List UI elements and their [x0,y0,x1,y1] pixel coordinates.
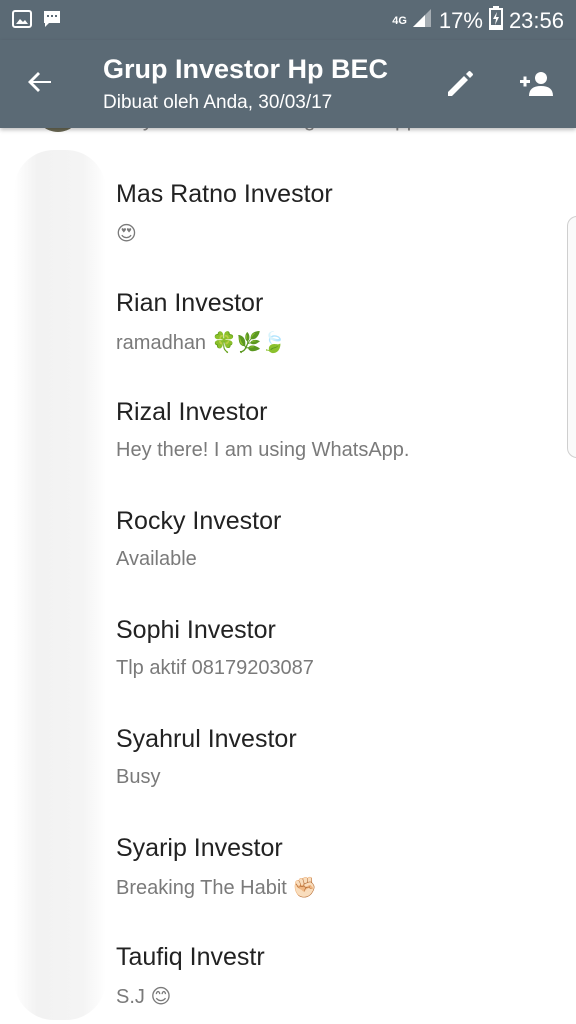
participant-list: Mas Ratno Investor 😍 Rian Investor ramad… [0,142,576,1014]
participant-name: Rian Investor [116,289,264,317]
person-add-icon [520,72,553,96]
participant-name: Syarip Investor [116,834,283,862]
participant-name: Mas Ratno Investor [116,180,333,208]
participant-status: ramadhan 🍀🌿🍃 [116,332,287,354]
participant-status: S.J 😊 [116,986,172,1008]
participant-status: Busy [116,766,161,788]
battery-charging-icon [488,6,503,36]
notification-icons [12,9,62,29]
gallery-notification-icon [12,9,32,29]
back-button[interactable] [20,62,60,102]
group-info-screen: 4G 17% 23:56 Grup Investor Hp BEC Dibuat… [0,0,576,1024]
participant-status: Available [116,548,197,570]
participant-row[interactable]: Mas Ratno Investor 😍 [0,142,576,251]
participant-row[interactable]: Rian Investor ramadhan 🍀🌿🍃 [0,251,576,360]
participant-row[interactable]: Syahrul Investor Busy [0,687,576,796]
status-bar: 4G 17% 23:56 [0,0,576,40]
participant-row[interactable]: Rocky Investor Available [0,469,576,578]
participant-row[interactable]: Taufiq Investr S.J 😊 [0,905,576,1014]
group-title[interactable]: Grup Investor Hp BEC [103,54,388,85]
participant-status: Hey there! I am using WhatsApp. [116,439,410,461]
participant-status: 😍 [116,223,137,245]
battery-percent: 17% [438,8,483,33]
participant-name: Sophi Investor [116,616,276,644]
participant-name: Rocky Investor [116,507,282,535]
participant-row[interactable]: Sophi Investor Tlp aktif 08179203087 [0,578,576,687]
participant-status: Tlp aktif 08179203087 [116,657,314,679]
edge-scroll-indicator [567,216,576,458]
participant-row[interactable]: Rizal Investor Hey there! I am using Wha… [0,360,576,469]
system-status: 4G 17% 23:56 [392,6,564,36]
network-type: 4G [392,14,407,27]
participant-status: Breaking The Habit ✊🏻 [116,877,318,899]
app-bar: Grup Investor Hp BEC Dibuat oleh Anda, 3… [0,40,576,128]
arrow-back-icon [28,72,51,92]
signal-icon [411,7,433,35]
clock: 23:56 [508,8,564,33]
add-participant-button[interactable] [512,64,560,104]
participant-name: Syahrul Investor [116,725,297,753]
edit-group-button[interactable] [440,64,480,104]
participant-name: Taufiq Investr [116,943,265,971]
group-subtitle: Dibuat oleh Anda, 30/03/17 [103,92,333,113]
participant-row[interactable]: Syarip Investor Breaking The Habit ✊🏻 [0,796,576,905]
message-notification-icon [42,9,62,29]
participant-name: Rizal Investor [116,398,268,426]
pencil-icon [448,71,473,96]
